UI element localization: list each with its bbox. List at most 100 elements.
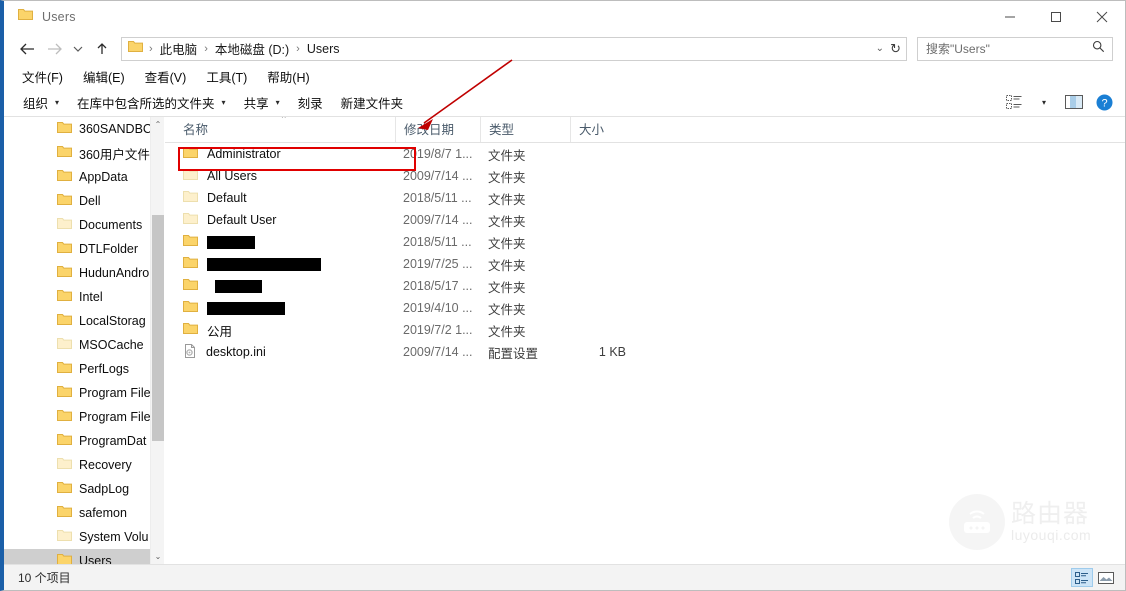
file-date-cell: 2019/7/2 1...: [403, 323, 473, 337]
tree-item-program-file[interactable]: Program File: [4, 381, 164, 405]
tree-item-safemon[interactable]: safemon: [4, 501, 164, 525]
tree-item-perflogs[interactable]: PerfLogs: [4, 357, 164, 381]
tree-item-label: DTLFolder: [79, 242, 139, 256]
column-header-size[interactable]: 大小: [570, 117, 632, 142]
table-row[interactable]: 公用 2019/7/2 1... 文件夹: [165, 319, 1125, 341]
column-header-date[interactable]: 修改日期: [395, 117, 480, 142]
tree-item-dtlfolder[interactable]: DTLFolder: [4, 237, 164, 261]
column-header-type[interactable]: 类型: [480, 117, 570, 142]
tree-item-system-volu[interactable]: System Volu: [4, 525, 164, 549]
menu-edit[interactable]: 编辑(E): [75, 65, 133, 88]
tree-item-label: Intel: [79, 290, 103, 304]
large-icons-view-icon[interactable]: [1095, 568, 1117, 587]
organize-button[interactable]: 组织 ▾: [16, 90, 66, 115]
help-icon[interactable]: ?: [1091, 91, 1117, 113]
search-box[interactable]: 搜索"Users": [917, 36, 1113, 61]
breadcrumb-item-1[interactable]: 本地磁盘 (D:): [212, 39, 292, 58]
tree-item-intel[interactable]: Intel: [4, 285, 164, 309]
recent-locations-button[interactable]: [68, 36, 88, 62]
menu-file[interactable]: 文件(F): [14, 65, 71, 88]
folder-icon: [18, 8, 33, 26]
breadcrumb-item-0[interactable]: 此电脑: [157, 39, 201, 58]
tree-item-360-[interactable]: 360用户文件: [4, 141, 164, 165]
file-type-cell: 配置设置: [488, 346, 539, 361]
navigation-scrollbar[interactable]: ⌃ ⌄: [150, 117, 164, 564]
folder-icon: [57, 385, 72, 401]
command-bar: 组织 ▾ 在库中包含所选的文件夹 ▾ 共享 ▾ 刻录 新建文件夹 ▾ ?: [4, 88, 1125, 117]
tree-item-dell[interactable]: Dell: [4, 189, 164, 213]
folder-icon: [57, 553, 72, 564]
menu-bar: 文件(F) 编辑(E) 查看(V) 工具(T) 帮助(H): [4, 64, 1125, 88]
tree-item-hudunandro[interactable]: HudunAndro: [4, 261, 164, 285]
details-view-icon[interactable]: [1071, 568, 1093, 587]
view-dropdown-icon[interactable]: ▾: [1031, 91, 1057, 113]
table-row[interactable]: 2018/5/17 ... 文件夹: [165, 275, 1125, 297]
menu-help[interactable]: 帮助(H): [259, 65, 317, 88]
scroll-up-icon[interactable]: ⌃: [151, 117, 165, 132]
tree-item-appdata[interactable]: AppData: [4, 165, 164, 189]
breadcrumb-bar[interactable]: › 此电脑 › 本地磁盘 (D:) › Users ⌄ ↻: [121, 36, 907, 61]
tree-item-360sandbc[interactable]: 360SANDBC: [4, 117, 164, 141]
close-button[interactable]: [1079, 1, 1125, 33]
breadcrumb-separator[interactable]: ›: [292, 43, 304, 55]
tree-item-label: SadpLog: [79, 482, 130, 496]
forward-button[interactable]: [41, 36, 68, 62]
back-button[interactable]: [14, 36, 41, 62]
scrollbar-thumb[interactable]: [152, 215, 164, 441]
tree-item-users[interactable]: Users: [4, 549, 164, 564]
folder-tree: 360SANDBC 360用户文件 AppData Dell Documents DTLF…: [4, 117, 164, 564]
table-row[interactable]: Default 2018/5/11 ... 文件夹: [165, 187, 1125, 209]
tree-item-label: HudunAndro: [79, 266, 150, 280]
tree-item-sadplog[interactable]: SadpLog: [4, 477, 164, 501]
folder-icon: [57, 313, 72, 329]
table-row[interactable]: 2018/5/11 ... 文件夹: [165, 231, 1125, 253]
refresh-icon[interactable]: ↻: [890, 41, 901, 57]
preview-pane-icon[interactable]: [1061, 91, 1087, 113]
view-toggle-group: [1071, 568, 1117, 587]
table-row[interactable]: Administrator 2019/8/7 1... 文件夹: [165, 143, 1125, 165]
tree-item-programdat[interactable]: ProgramDat: [4, 429, 164, 453]
breadcrumb-separator[interactable]: ›: [145, 43, 157, 55]
include-in-library-button[interactable]: 在库中包含所选的文件夹 ▾: [70, 90, 233, 115]
menu-view[interactable]: 查看(V): [137, 65, 195, 88]
table-row[interactable]: 2019/7/25 ... 文件夹: [165, 253, 1125, 275]
scroll-down-icon[interactable]: ⌄: [151, 549, 165, 564]
menu-tools[interactable]: 工具(T): [198, 65, 255, 88]
chevron-down-icon: ▾: [55, 97, 60, 107]
tree-item-recovery[interactable]: Recovery: [4, 453, 164, 477]
table-row[interactable]: All Users 2009/7/14 ... 文件夹: [165, 165, 1125, 187]
new-folder-button[interactable]: 新建文件夹: [334, 90, 411, 115]
breadcrumb-item-2[interactable]: Users: [304, 42, 343, 56]
chevron-down-icon[interactable]: ⌄: [876, 43, 884, 54]
tree-item-msocache[interactable]: MSOCache: [4, 333, 164, 357]
column-header-date-label: 修改日期: [404, 123, 455, 137]
minimize-button[interactable]: [987, 1, 1033, 33]
tree-item-label: Program File: [79, 410, 151, 424]
search-input[interactable]: 搜索"Users": [918, 40, 990, 57]
tree-item-localstorag[interactable]: LocalStorag: [4, 309, 164, 333]
tree-item-label: Program File: [79, 386, 151, 400]
window-controls: [987, 1, 1125, 33]
table-row[interactable]: Default User 2009/7/14 ... 文件夹: [165, 209, 1125, 231]
tree-item-documents[interactable]: Documents: [4, 213, 164, 237]
file-type-cell: 文件夹: [488, 236, 526, 251]
column-header-row: 名称 ⌃ 修改日期 类型 大小: [165, 117, 1125, 143]
table-row[interactable]: desktop.ini 2009/7/14 ... 配置设置 1 KB: [165, 341, 1125, 363]
navigation-pane[interactable]: 360SANDBC 360用户文件 AppData Dell Documents DTLF…: [4, 117, 164, 564]
folder-icon-dim: [183, 212, 198, 228]
breadcrumb-separator[interactable]: ›: [200, 43, 212, 55]
file-type-cell: 文件夹: [488, 324, 526, 339]
up-button[interactable]: [88, 36, 115, 62]
tree-item-label: LocalStorag: [79, 314, 146, 328]
maximize-button[interactable]: [1033, 1, 1079, 33]
file-name-label: Default: [207, 191, 247, 205]
burn-button[interactable]: 刻录: [291, 90, 330, 115]
list-view-icon[interactable]: [1001, 91, 1027, 113]
redacted-file-name: [207, 301, 285, 315]
tree-item-program-file[interactable]: Program File: [4, 405, 164, 429]
file-date-cell: 2018/5/11 ...: [403, 191, 472, 205]
table-row[interactable]: 2019/4/10 ... 文件夹: [165, 297, 1125, 319]
share-with-button[interactable]: 共享 ▾: [237, 90, 287, 115]
column-header-name[interactable]: 名称 ⌃: [165, 117, 395, 142]
file-name-cell: [165, 234, 395, 250]
